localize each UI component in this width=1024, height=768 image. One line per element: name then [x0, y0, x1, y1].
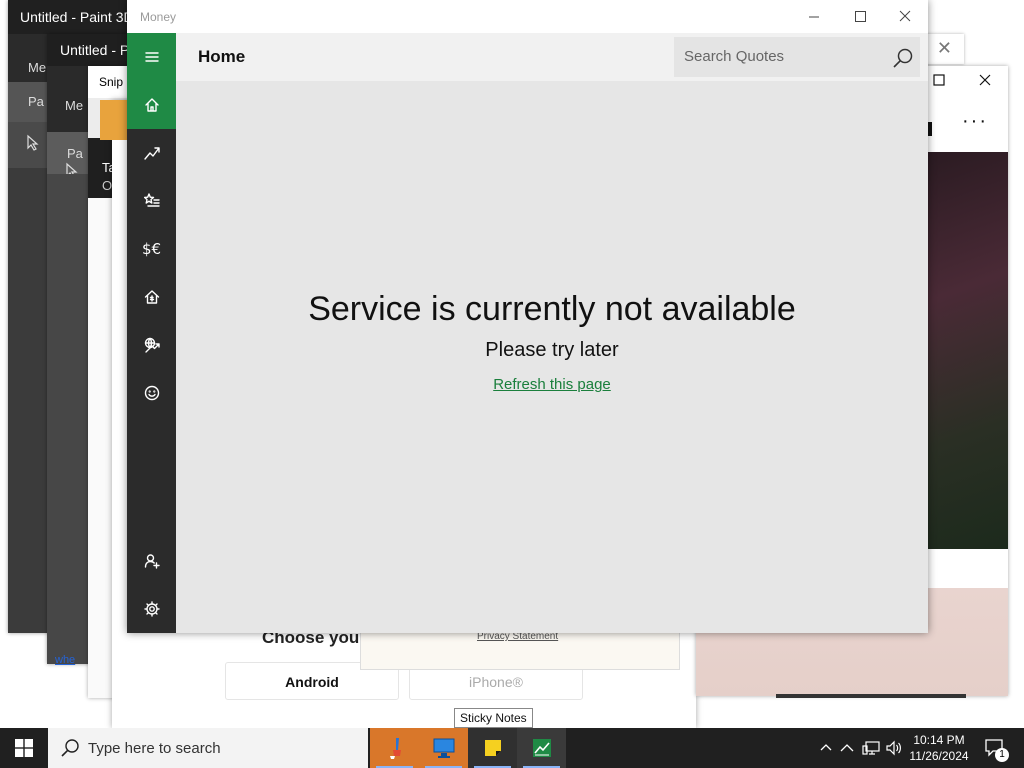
search-icon[interactable]: [892, 47, 914, 69]
tray-overflow[interactable]: [838, 728, 856, 768]
search-icon: [61, 739, 79, 757]
network-button[interactable]: [860, 728, 882, 768]
monitor-app-icon: [433, 738, 454, 758]
clock-time: 10:14 PM: [913, 733, 965, 747]
home-icon: [144, 98, 159, 112]
money-window: Money $€ Home Search Quotes Service is c…: [127, 0, 928, 633]
close-icon[interactable]: [979, 74, 991, 86]
watchlist-icon: [143, 193, 160, 207]
task-sub: O: [102, 178, 113, 193]
market-icon: [144, 337, 160, 353]
minimize-icon: [809, 16, 819, 18]
start-button[interactable]: [0, 728, 48, 768]
nav-feedback[interactable]: [127, 369, 176, 417]
photo: [928, 152, 1008, 549]
nav-currencies[interactable]: $€: [127, 225, 176, 273]
clock[interactable]: 10:14 PM 11/26/2024: [903, 732, 975, 764]
error-subtitle: Please try later: [485, 339, 619, 361]
paint-app-icon: [389, 738, 401, 759]
chevron-up-icon: [820, 744, 832, 751]
close-button[interactable]: [882, 0, 928, 33]
taskbar-app-money[interactable]: [517, 728, 566, 768]
network-icon: [862, 741, 880, 755]
error-title: Service is currently not available: [308, 290, 796, 328]
page-header: Home Search Quotes: [176, 33, 928, 81]
refresh-link[interactable]: Refresh this page: [493, 376, 611, 393]
nav-rail: $€: [127, 33, 176, 633]
taskbar-app-paint[interactable]: [370, 728, 419, 768]
money-app-icon: [532, 739, 551, 757]
taskbar-app-remote[interactable]: [419, 728, 468, 768]
windows-logo-icon: [15, 739, 33, 757]
trending-icon: [143, 147, 160, 160]
minimize-button[interactable]: [791, 0, 837, 33]
feedback-icon: [144, 385, 159, 401]
titlebar: Money: [127, 0, 928, 33]
accent-block: [100, 100, 130, 140]
maximize-button[interactable]: [837, 0, 883, 33]
search-placeholder: Search Quotes: [684, 48, 785, 65]
toolbar-label: Me: [65, 98, 84, 113]
close-icon[interactable]: ✕: [937, 38, 952, 59]
film-strip: [776, 694, 966, 698]
show-hidden-icons[interactable]: [816, 728, 836, 768]
maximize-icon: [855, 11, 866, 22]
panel-label: Pa: [28, 94, 44, 109]
toolbar-label: Me: [28, 60, 47, 75]
nav-mortgage[interactable]: [127, 273, 176, 321]
close-icon: [899, 10, 911, 22]
sticky-notes-icon: [484, 740, 501, 756]
maximize-icon[interactable]: [933, 74, 945, 86]
add-account-icon: [144, 554, 160, 569]
menu-icon: [144, 52, 159, 62]
taskbar-app-sticky-notes[interactable]: [468, 728, 517, 768]
notification-badge: 1: [995, 748, 1009, 762]
settings-icon: [143, 601, 160, 617]
more-icon[interactable]: ···: [962, 110, 988, 133]
taskbar-search[interactable]: Type here to search: [48, 728, 368, 768]
menu-button[interactable]: [127, 33, 176, 81]
volume-button[interactable]: [884, 728, 904, 768]
window-title: Money: [140, 10, 177, 24]
nav-watchlist[interactable]: [127, 177, 176, 225]
nav-markets[interactable]: [127, 129, 176, 177]
action-center-button[interactable]: 1: [980, 728, 1010, 768]
pointer-icon: [27, 134, 39, 151]
clock-date: 11/26/2024: [909, 749, 969, 763]
link-text[interactable]: whe: [55, 654, 75, 666]
page-title: Home: [198, 47, 246, 66]
search-quotes-input[interactable]: Search Quotes: [674, 37, 920, 77]
mortgage-icon: [144, 290, 159, 304]
nav-account[interactable]: [127, 537, 176, 585]
tooltip: Sticky Notes: [454, 708, 533, 728]
taskbar-search-placeholder: Type here to search: [88, 740, 221, 757]
volume-icon: [886, 740, 901, 756]
nav-world-markets[interactable]: [127, 321, 176, 369]
nav-settings[interactable]: [127, 585, 176, 633]
currency-icon: $€: [141, 240, 162, 258]
nav-home[interactable]: [127, 81, 176, 129]
chevron-up-icon: [840, 744, 854, 752]
taskbar: Type here to search 10:14 PM 11/26/2024 …: [0, 728, 1024, 768]
error-message: Service is currently not available Pleas…: [176, 290, 928, 394]
panel-label: Pa: [67, 146, 83, 161]
